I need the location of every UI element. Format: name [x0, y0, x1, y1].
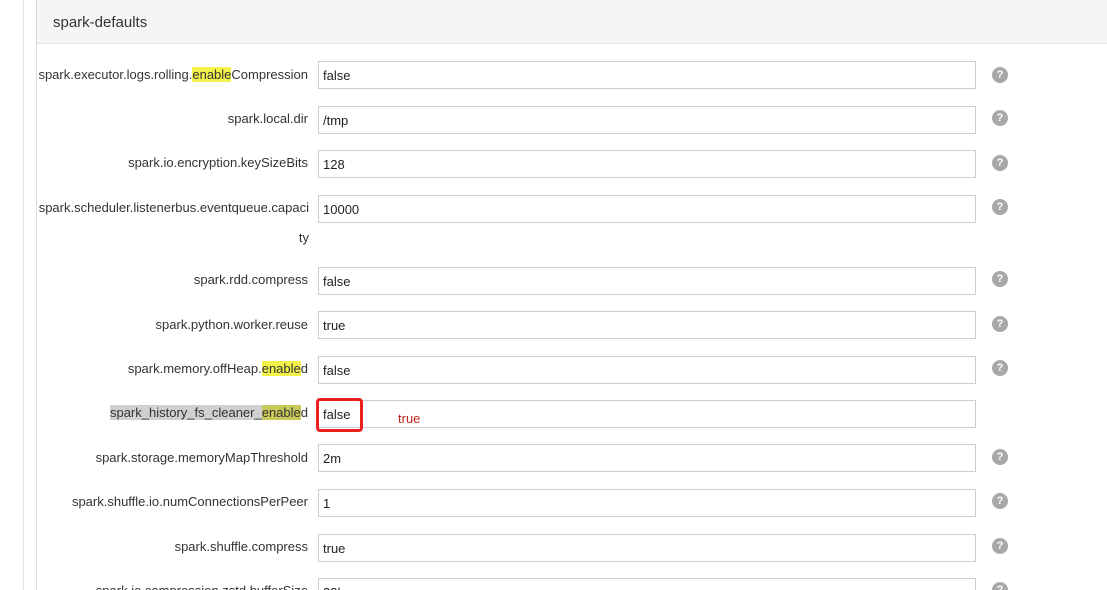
search-highlight: enable	[192, 67, 232, 82]
help-icon[interactable]: ?	[992, 582, 1008, 590]
help-icon[interactable]: ?	[992, 110, 1008, 126]
config-value-input[interactable]	[318, 267, 976, 295]
config-value-input[interactable]	[318, 578, 976, 590]
config-label: spark.scheduler.listenerbus.eventqueue.c…	[38, 200, 309, 245]
config-value-input[interactable]	[318, 444, 976, 472]
help-icon[interactable]: ?	[992, 493, 1008, 509]
config-value-input[interactable]	[318, 150, 976, 178]
help-icon[interactable]: ?	[992, 538, 1008, 554]
config-label: spark.local.dir	[227, 111, 308, 126]
help-icon[interactable]: ?	[992, 155, 1008, 171]
config-value-input[interactable]	[318, 356, 976, 384]
config-label: spark.executor.logs.rolling.enableCompre…	[38, 67, 308, 82]
config-value-input[interactable]	[318, 534, 976, 562]
config-label: spark.rdd.compress	[193, 272, 308, 287]
annotation-text: true	[398, 411, 421, 426]
search-highlight: enable	[261, 405, 301, 420]
config-value-input[interactable]	[318, 311, 976, 339]
panel-header[interactable]: spark-defaults	[37, 0, 1107, 44]
config-label: spark.python.worker.reuse	[155, 317, 308, 332]
panel-title: spark-defaults	[53, 14, 148, 31]
config-value-input[interactable]	[318, 489, 976, 517]
config-label: spark.memory.offHeap.enabled	[127, 361, 308, 376]
page: spark-defaults spark.executor.logs.rolli…	[0, 0, 1107, 590]
help-icon[interactable]: ?	[992, 316, 1008, 332]
help-icon[interactable]: ?	[992, 67, 1008, 83]
config-label: spark.io.compression.zstd.bufferSize	[36, 576, 308, 590]
config-label: spark_history_fs_cleaner_enabled	[109, 405, 308, 420]
config-label: spark.shuffle.io.numConnectionsPerPeer	[71, 494, 308, 509]
help-icon[interactable]: ?	[992, 271, 1008, 287]
help-icon[interactable]: ?	[992, 199, 1008, 215]
left-rail	[23, 0, 24, 590]
config-label: spark.shuffle.compress	[174, 539, 308, 554]
spark-defaults-panel: spark-defaults spark.executor.logs.rolli…	[36, 0, 1107, 590]
config-label: spark.storage.memoryMapThreshold	[95, 450, 308, 465]
config-label: spark.io.encryption.keySizeBits	[128, 155, 308, 170]
help-icon[interactable]: ?	[992, 360, 1008, 376]
config-value-input[interactable]	[318, 61, 976, 89]
search-highlight: enable	[261, 361, 301, 376]
config-value-input[interactable]	[318, 106, 976, 134]
config-value-input[interactable]	[318, 195, 976, 223]
help-icon[interactable]: ?	[992, 449, 1008, 465]
